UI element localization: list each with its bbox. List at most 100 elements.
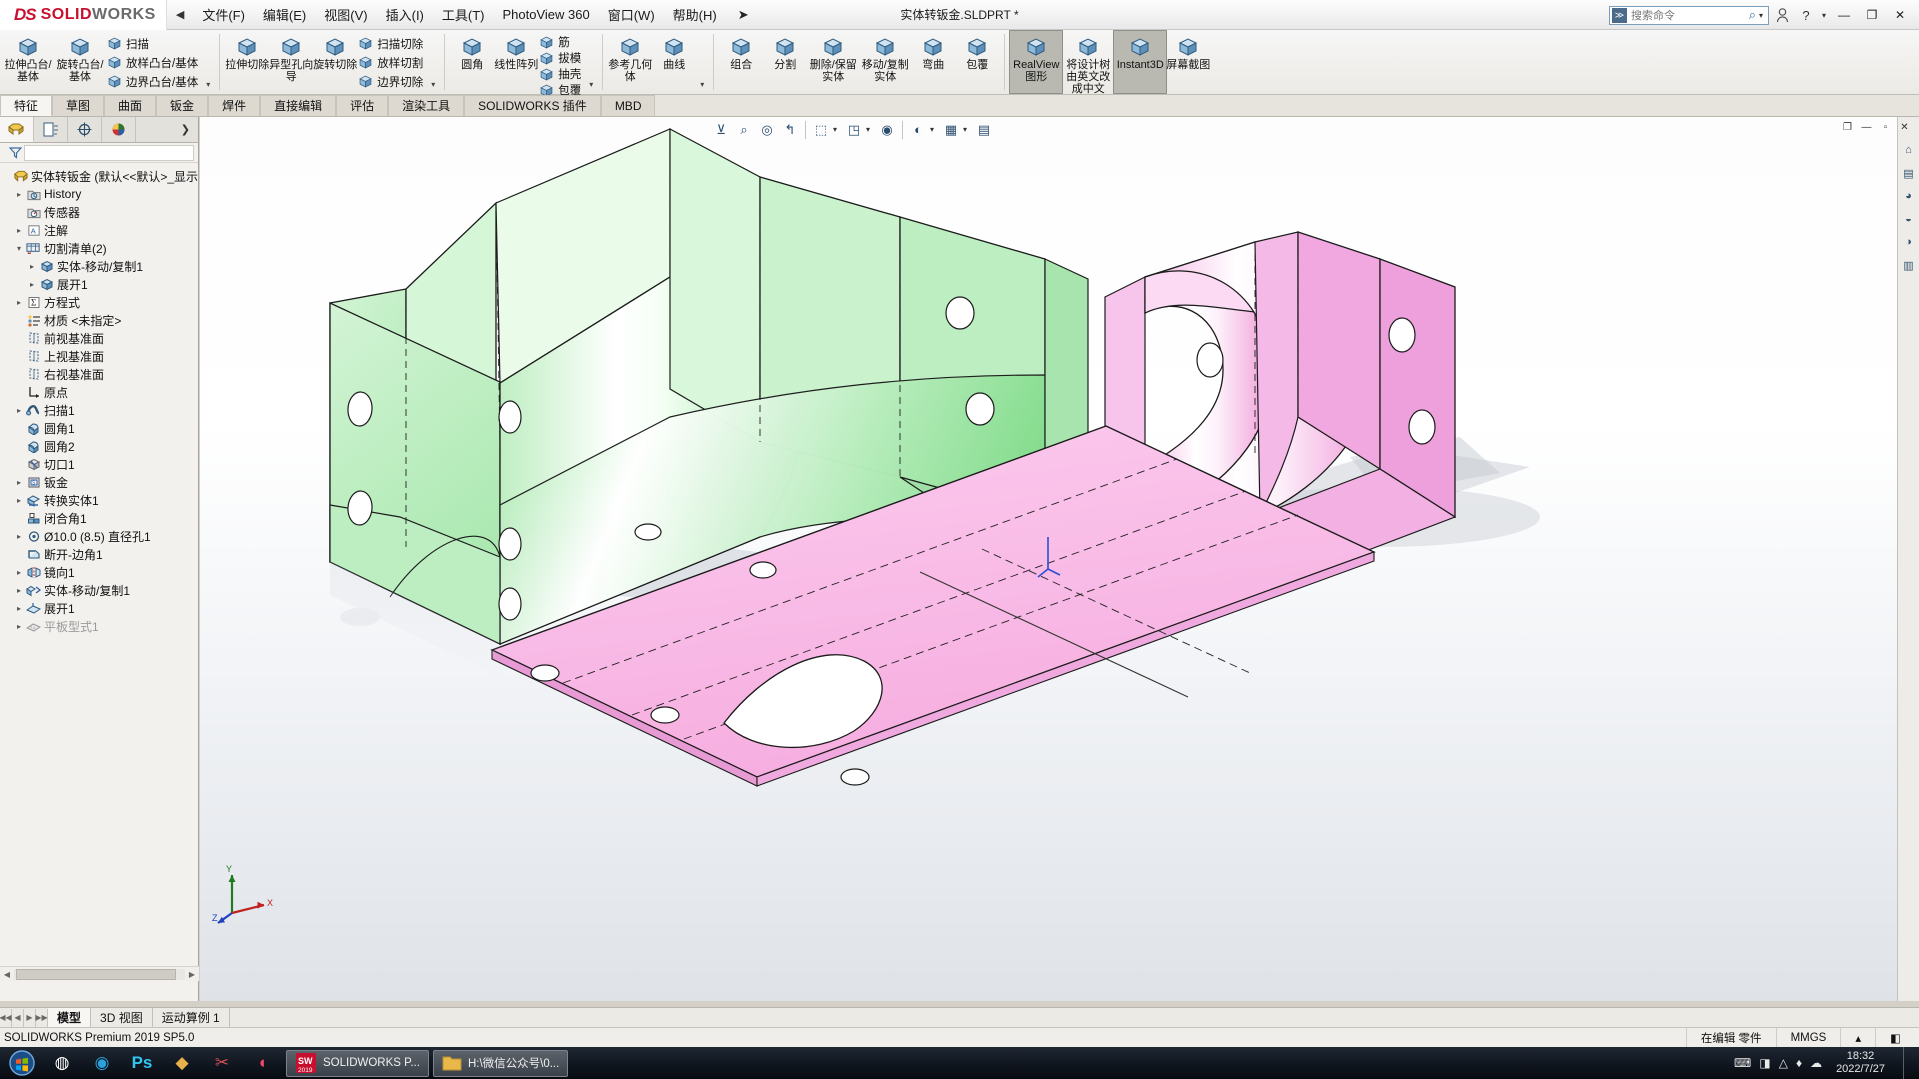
doc-tab-nav-1[interactable]: ◀ bbox=[12, 1008, 24, 1027]
ribbon-button-draft-icon[interactable]: 拔模 bbox=[538, 50, 585, 66]
ribbon-button-screen-capture-icon[interactable]: 屏幕截图 bbox=[1166, 31, 1210, 93]
command-tab-7[interactable]: 渲染工具 bbox=[388, 95, 465, 116]
tree-filter-input[interactable] bbox=[24, 144, 194, 161]
ribbon-button-revolve-cut-icon[interactable]: 旋转切除 bbox=[313, 31, 357, 93]
tree-expand-icon[interactable]: ▸ bbox=[13, 568, 25, 577]
ribbon-button-sweep-cut-icon[interactable]: 扫描切除 bbox=[357, 34, 427, 53]
tree-node-6[interactable]: ▸ 展开1 bbox=[0, 275, 198, 293]
pin-menu-icon[interactable]: ➤ bbox=[726, 7, 761, 23]
doc-tab-nav-2[interactable]: ▶ bbox=[24, 1008, 36, 1027]
tree-node-17[interactable]: ▸ S 钣金 bbox=[0, 473, 198, 491]
tree-node-16[interactable]: 切口1 bbox=[0, 455, 198, 473]
taskbar-autodesk-icon[interactable]: ◍ bbox=[42, 1047, 82, 1079]
tree-node-20[interactable]: ▸ Ø10.0 (8.5) 直径孔1 bbox=[0, 527, 198, 545]
search-dropdown-icon[interactable]: ▾ bbox=[1756, 11, 1766, 20]
doc-tab-nav-3[interactable]: ▶▶ bbox=[35, 1008, 48, 1027]
tree-horizontal-scrollbar[interactable]: ◀ ▶ bbox=[0, 966, 199, 981]
command-tab-0[interactable]: 特征 bbox=[0, 95, 53, 116]
previous-view-icon[interactable]: ↰ bbox=[779, 119, 801, 141]
help-dropdown-icon[interactable]: ▾ bbox=[1819, 3, 1829, 27]
ribbon-button-revolve-boss-icon[interactable]: 旋转凸台/基体 bbox=[54, 31, 106, 93]
zoom-fit-icon[interactable]: ⌕ bbox=[733, 119, 755, 141]
menu-item-2[interactable]: 视图(V) bbox=[315, 1, 376, 28]
view-settings-icon[interactable]: ▤ bbox=[973, 119, 995, 141]
taskbar-clock[interactable]: 18:32 2022/7/27 bbox=[1830, 1050, 1891, 1075]
status-segment-1[interactable]: MMGS bbox=[1775, 1028, 1841, 1047]
menu-item-1[interactable]: 编辑(E) bbox=[254, 1, 315, 28]
ribbon-button-reference-geometry-icon[interactable]: 参考几何体 bbox=[608, 31, 652, 93]
scroll-right-icon[interactable]: ▶ bbox=[185, 970, 199, 979]
configuration-manager-tab[interactable] bbox=[68, 117, 102, 142]
tree-node-23[interactable]: ▸ 实体-移动/复制1 bbox=[0, 581, 198, 599]
maximize-view-icon[interactable]: ▫ bbox=[1877, 119, 1894, 136]
ribbon-group-dropdown-icon[interactable]: ▾ bbox=[202, 80, 214, 93]
ribbon-button-extrude-cut-icon[interactable]: 拉伸切除 bbox=[225, 31, 269, 93]
ribbon-group-dropdown-icon[interactable]: ▾ bbox=[585, 80, 597, 93]
tray-icon-2[interactable]: △ bbox=[1779, 1056, 1788, 1070]
doc-tab-2[interactable]: 运动算例 1 bbox=[153, 1008, 230, 1027]
status-segment-2[interactable]: ▴ bbox=[1840, 1028, 1875, 1047]
taskbar-task-0[interactable]: SW 2019 SOLIDWORKS P... bbox=[286, 1049, 429, 1077]
ribbon-button-combine-icon[interactable]: 组合 bbox=[719, 31, 763, 93]
menu-item-4[interactable]: 工具(T) bbox=[433, 1, 494, 28]
tree-node-11[interactable]: 右视基准面 bbox=[0, 365, 198, 383]
close-button[interactable]: ✕ bbox=[1887, 3, 1913, 27]
zoom-area-icon[interactable]: ◎ bbox=[756, 119, 778, 141]
doc-tab-1[interactable]: 3D 视图 bbox=[91, 1008, 153, 1027]
apply-scene-icon[interactable]: ▦ bbox=[940, 119, 962, 141]
tree-expand-icon[interactable]: ▾ bbox=[13, 244, 25, 253]
tray-icon-0[interactable]: ⌨ bbox=[1734, 1056, 1751, 1070]
status-segment-0[interactable]: 在编辑 零件 bbox=[1685, 1028, 1776, 1047]
tree-node-12[interactable]: 原点 bbox=[0, 383, 198, 401]
tree-node-18[interactable]: ▸ 转换实体1 bbox=[0, 491, 198, 509]
tree-expand-icon[interactable]: ▸ bbox=[13, 604, 25, 613]
scenes-icon[interactable]: ◒ bbox=[1900, 210, 1918, 228]
command-tab-6[interactable]: 评估 bbox=[336, 95, 389, 116]
command-tab-5[interactable]: 直接编辑 bbox=[260, 95, 337, 116]
ribbon-button-delete-keep-body-icon[interactable]: 删除/保留实体 bbox=[807, 31, 859, 93]
ribbon-button-split-icon[interactable]: 分割 bbox=[763, 31, 807, 93]
display-manager-tab[interactable] bbox=[102, 117, 136, 142]
property-manager-tab[interactable] bbox=[34, 117, 68, 142]
tree-node-9[interactable]: 前视基准面 bbox=[0, 329, 198, 347]
view-home-icon[interactable]: ⌂ bbox=[1900, 141, 1918, 159]
command-tab-3[interactable]: 钣金 bbox=[156, 95, 209, 116]
tree-node-1[interactable]: ▸ History bbox=[0, 185, 198, 203]
scroll-left-icon[interactable]: ◀ bbox=[0, 970, 14, 979]
tree-node-13[interactable]: ▸ 扫描1 bbox=[0, 401, 198, 419]
command-tab-9[interactable]: MBD bbox=[600, 95, 656, 116]
ribbon-button-tree-language-icon[interactable]: 将设计树由英文改成中文 bbox=[1062, 31, 1114, 95]
ribbon-group-dropdown-icon[interactable]: ▾ bbox=[696, 80, 708, 93]
minimize-view-icon[interactable]: — bbox=[1858, 119, 1875, 136]
ribbon-button-boundary-cut-icon[interactable]: 边界切除 bbox=[357, 72, 427, 91]
status-segment-3[interactable]: ◧ bbox=[1875, 1028, 1915, 1047]
appearances-icon[interactable]: ◕ bbox=[1900, 187, 1918, 205]
tray-icon-1[interactable]: ◨ bbox=[1759, 1056, 1770, 1070]
search-icon[interactable]: ⌕ bbox=[1749, 7, 1756, 23]
ribbon-button-rib-icon[interactable]: 筋 bbox=[538, 34, 585, 50]
tree-node-14[interactable]: 圆角1 bbox=[0, 419, 198, 437]
tree-node-22[interactable]: ▸ 镜向1 bbox=[0, 563, 198, 581]
ribbon-button-extrude-boss-icon[interactable]: 拉伸凸台/基体 bbox=[2, 31, 54, 93]
collapse-menu-icon[interactable]: ◀ bbox=[167, 8, 193, 21]
section-view-icon[interactable]: ⊻ bbox=[710, 119, 732, 141]
user-account-icon[interactable] bbox=[1771, 3, 1793, 27]
ribbon-button-curves-icon[interactable]: 曲线 bbox=[652, 31, 696, 93]
tree-node-7[interactable]: ▸ Σ 方程式 bbox=[0, 293, 198, 311]
feature-manager-tab[interactable] bbox=[0, 117, 34, 142]
tree-expand-icon[interactable]: ▸ bbox=[26, 280, 38, 289]
tree-node-10[interactable]: 上视基准面 bbox=[0, 347, 198, 365]
toolbar-dropdown-icon[interactable]: ▾ bbox=[930, 125, 939, 134]
taskbar-camtasia-icon[interactable]: ◖ bbox=[242, 1047, 282, 1079]
decals-icon[interactable]: ◑ bbox=[1900, 233, 1918, 251]
tree-node-19[interactable]: 闭合角1 bbox=[0, 509, 198, 527]
help-icon[interactable]: ? bbox=[1795, 3, 1817, 27]
menu-item-6[interactable]: 窗口(W) bbox=[599, 1, 664, 28]
ribbon-button-fillet-icon[interactable]: 圆角 bbox=[450, 31, 494, 93]
view-palette-icon[interactable]: ▤ bbox=[1900, 164, 1918, 182]
command-tab-2[interactable]: 曲面 bbox=[104, 95, 157, 116]
tree-node-21[interactable]: 断开-边角1 bbox=[0, 545, 198, 563]
ribbon-button-move-copy-body-icon[interactable]: 移动/复制实体 bbox=[859, 31, 911, 93]
search-input[interactable]: 搜索命令 bbox=[1631, 7, 1749, 23]
command-tab-8[interactable]: SOLIDWORKS 插件 bbox=[464, 95, 601, 116]
